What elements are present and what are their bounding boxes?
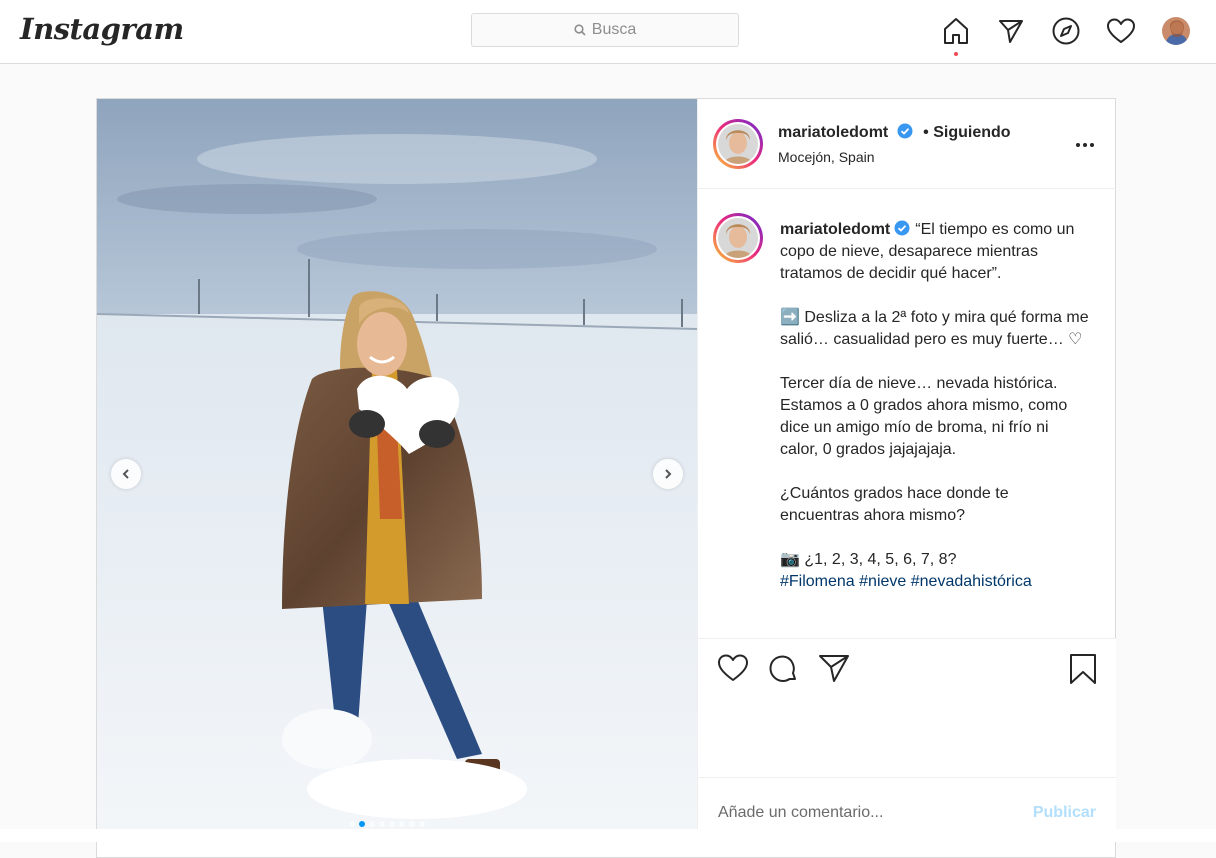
save-button[interactable] [1068,653,1098,690]
more-options-button[interactable] [1074,135,1096,160]
post-sidebar: mariatoledomt • Siguiendo Mocejón, Spain… [697,99,1116,831]
comment-box: Añade un comentario... Publicar [698,777,1116,831]
carousel-dot [369,821,375,827]
post-actions-bar [698,638,1116,778]
carousel-dot [409,821,415,827]
carousel-dot [399,821,405,827]
search-placeholder: Busca [591,21,637,38]
carousel-next-button[interactable] [653,459,683,489]
publish-button[interactable]: Publicar [1033,804,1096,822]
carousel-dot [349,821,355,827]
author-username[interactable]: mariatoledomt [778,124,888,141]
verified-badge-icon [894,220,910,236]
like-button[interactable] [717,653,749,688]
author-avatar[interactable] [713,119,763,169]
profile-avatar[interactable] [1162,17,1190,45]
top-navigation-bar: Instagram Busca [0,0,1216,64]
explore-icon[interactable] [1051,16,1081,46]
caption-text-2: ➡️ Desliza a la 2ª foto y mira qué forma… [780,309,1089,348]
direct-share-icon [819,655,849,682]
carousel-prev-button[interactable] [111,459,141,489]
activity-heart-icon[interactable] [1106,16,1136,46]
post-caption: mariatoledomt “El tiempo es como un copo … [780,219,1090,593]
page-footer-strip [0,829,1216,842]
carousel-indicator [349,821,425,827]
instagram-logo[interactable]: Instagram [20,12,184,46]
carousel-dot [379,821,385,827]
post-card: mariatoledomt • Siguiendo Mocejón, Spain… [96,98,1116,858]
carousel-dot-active [359,821,365,827]
caption-author-avatar[interactable] [713,213,763,263]
chevron-left-icon [122,469,129,479]
caption-text-4: ¿Cuántos grados hace donde te encuentras… [780,485,1009,524]
following-status[interactable]: • Siguiendo [923,124,1010,141]
comment-input[interactable]: Añade un comentario... [718,804,883,822]
caption-text-5: 📷 ¿1, 2, 3, 4, 5, 6, 7, 8? [780,551,957,568]
heart-icon [718,654,748,681]
share-button[interactable] [818,653,850,688]
bookmark-icon [1070,654,1096,684]
search-icon [574,24,586,36]
post-photo[interactable] [97,99,697,830]
post-location[interactable]: Mocejón, Spain [778,149,875,165]
caption-text-3: Tercer día de nieve… nevada histórica. E… [780,375,1068,458]
chevron-right-icon [665,469,672,479]
caption-hashtags[interactable]: #Filomena #nieve #nevadahistórica [780,571,1090,593]
home-active-dot [954,52,958,56]
direct-icon[interactable] [996,16,1026,46]
more-horizontal-icon [1076,143,1094,147]
verified-badge-icon [897,123,913,139]
comment-bubble-icon [769,655,796,682]
comment-button[interactable] [767,653,799,690]
post-header: mariatoledomt • Siguiendo Mocejón, Spain [698,99,1116,189]
carousel-dot [419,821,425,827]
home-icon[interactable] [941,16,971,46]
caption-username[interactable]: mariatoledomt [780,221,890,238]
search-box[interactable]: Busca [471,13,739,47]
carousel-dot [389,821,395,827]
